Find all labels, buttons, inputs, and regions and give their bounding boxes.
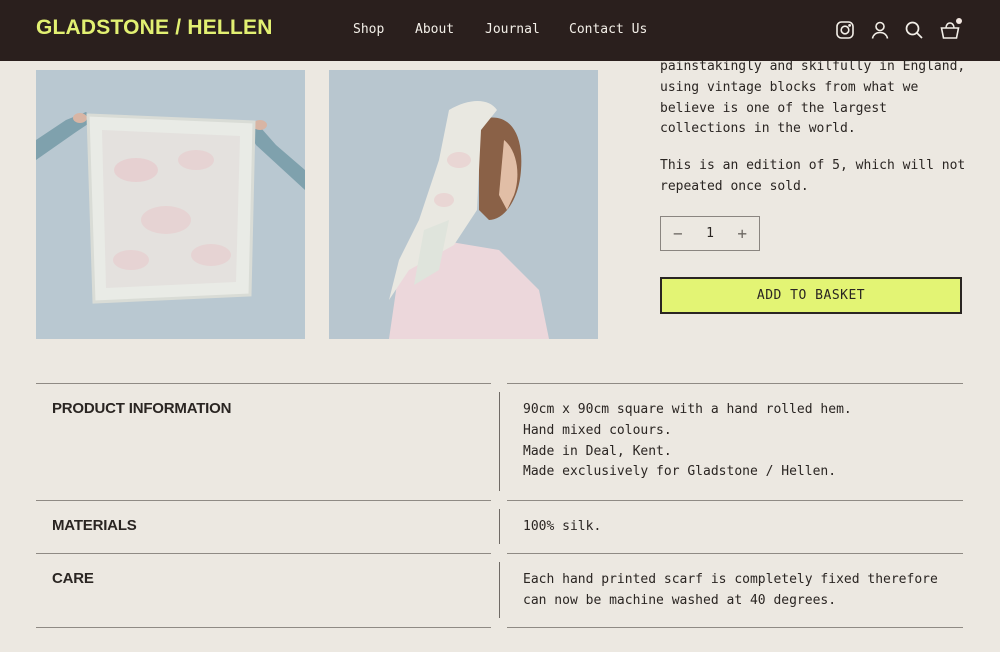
info-line: Made in Deal, Kent.: [523, 443, 672, 459]
info-line: 100% silk.: [523, 519, 602, 534]
divider-line: [507, 553, 963, 554]
info-line: Each hand printed scarf is completely fi…: [523, 572, 938, 587]
divider-line: [36, 553, 491, 554]
quantity-value[interactable]: 1: [706, 226, 714, 241]
basket-icon[interactable]: [939, 18, 962, 41]
quantity-decrease-button[interactable]: −: [673, 224, 683, 243]
column-divider: [499, 392, 500, 491]
info-label: CARE: [52, 570, 94, 587]
edition-note: This is an edition of 5, which will not …: [660, 158, 966, 194]
nav-item-shop[interactable]: Shop: [353, 22, 384, 37]
product-image-model[interactable]: [329, 70, 598, 339]
product-image-scarf[interactable]: [36, 70, 305, 339]
column-divider: [499, 509, 500, 544]
column-divider: [499, 562, 500, 618]
divider-line: [507, 500, 963, 501]
instagram-icon[interactable]: [834, 19, 856, 41]
info-row-materials: MATERIALS 100% silk.: [36, 500, 963, 553]
nav-item-about[interactable]: About: [415, 22, 454, 37]
info-label: MATERIALS: [52, 517, 137, 534]
info-content: 100% silk.: [523, 517, 953, 538]
quantity-increase-button[interactable]: +: [737, 224, 747, 243]
divider-line: [507, 627, 963, 628]
divider-line: [507, 383, 963, 384]
info-line: Made exclusively for Gladstone / Hellen.: [523, 464, 837, 480]
description-paragraph: painstakingly and skilfully in England, …: [660, 59, 966, 137]
info-line: Hand mixed colours.: [523, 422, 672, 438]
cart-indicator: [956, 18, 962, 24]
divider-line: [36, 383, 491, 384]
search-icon[interactable]: [903, 19, 925, 41]
info-row-product-information: PRODUCT INFORMATION 90cm x 90cm square w…: [36, 383, 963, 500]
info-content: Each hand printed scarf is completely fi…: [523, 570, 953, 612]
product-description: painstakingly and skilfully in England, …: [660, 57, 970, 198]
account-icon[interactable]: [869, 19, 891, 41]
info-label: PRODUCT INFORMATION: [52, 400, 232, 417]
divider-line: [36, 500, 491, 501]
quantity-stepper: − 1 +: [660, 216, 760, 251]
info-line: can now be machine washed at 40 degrees.: [523, 592, 837, 608]
nav-item-journal[interactable]: Journal: [485, 22, 540, 37]
site-header: GLADSTONE / HELLEN Shop About Journal Co…: [0, 0, 1000, 61]
divider-line: [36, 627, 491, 628]
add-to-basket-button[interactable]: ADD TO BASKET: [660, 277, 962, 314]
info-line: 90cm x 90cm square with a hand rolled he…: [523, 402, 852, 417]
nav-item-contact-us[interactable]: Contact Us: [569, 22, 647, 37]
info-row-care: CARE Each hand printed scarf is complete…: [36, 553, 963, 627]
info-content: 90cm x 90cm square with a hand rolled he…: [523, 400, 953, 483]
header-icons: [834, 18, 964, 41]
